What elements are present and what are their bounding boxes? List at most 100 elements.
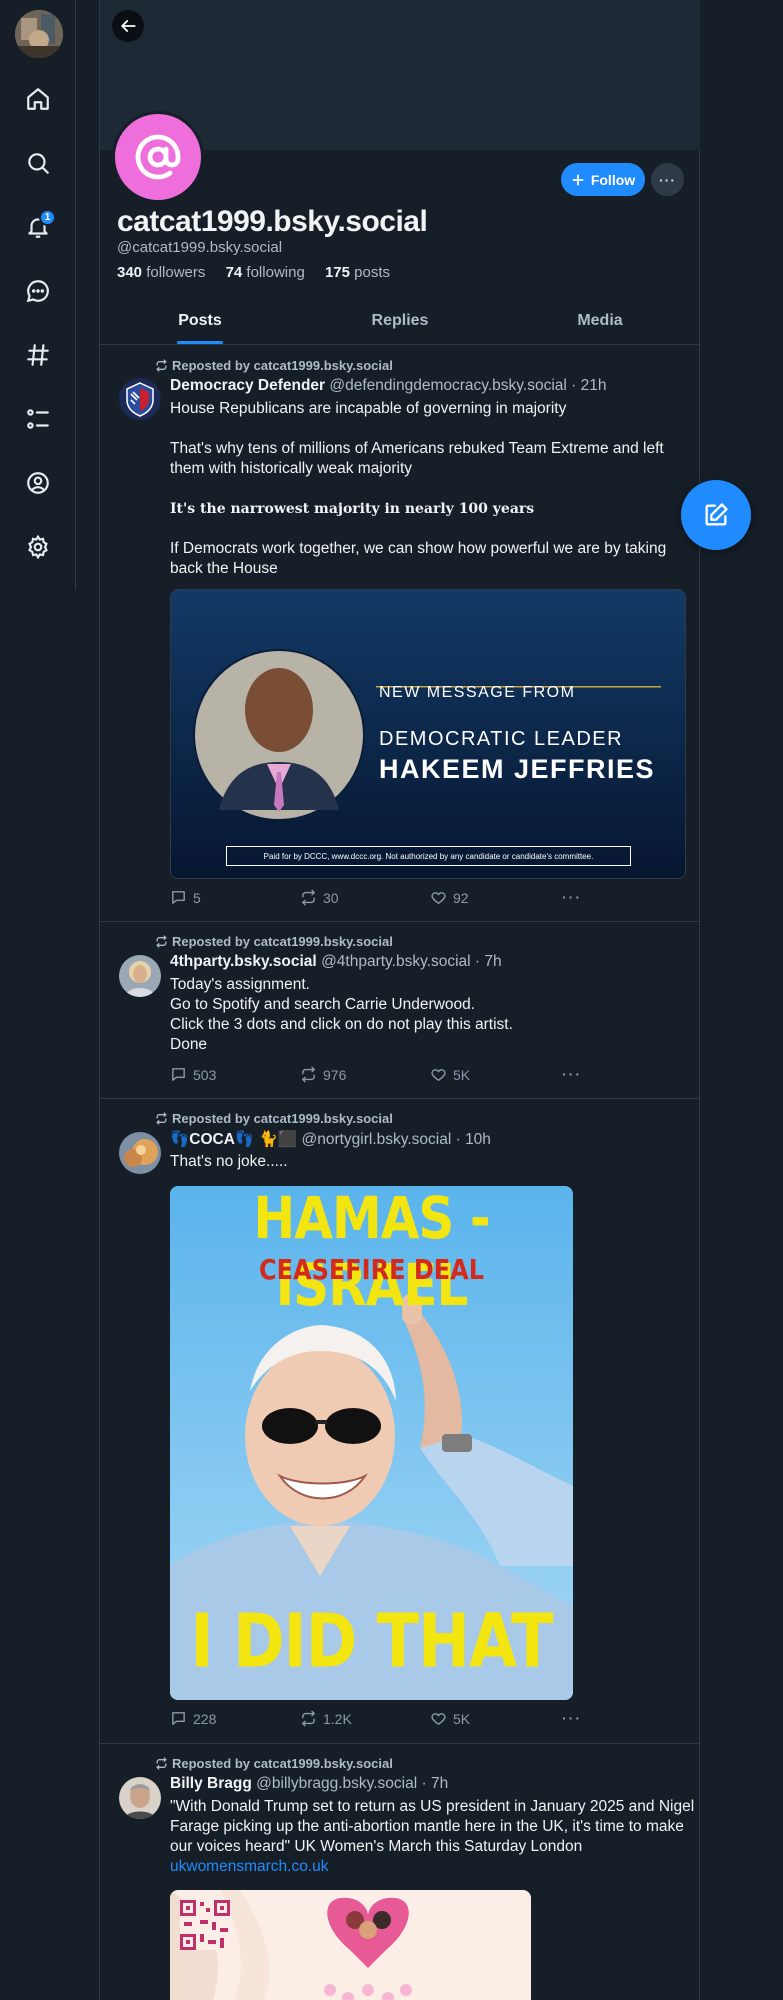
profile-stats: 340 followers 74 following 175 posts: [117, 264, 406, 281]
like-button[interactable]: 5K: [430, 1710, 470, 1727]
nav-profile[interactable]: [22, 467, 54, 499]
author-handle-time[interactable]: @defendingdemocracy.bsky.social · 21h: [329, 377, 606, 394]
post-more-button[interactable]: ···: [562, 889, 582, 905]
list-icon: [27, 409, 49, 429]
tab-media[interactable]: Media: [500, 300, 700, 344]
post-body: "With Donald Trump set to return as US p…: [170, 1797, 695, 1877]
post-link[interactable]: ukwomensmarch.co.uk: [170, 1857, 695, 1877]
comment-icon: [172, 891, 185, 904]
nav-settings[interactable]: [22, 531, 54, 563]
link-card-image[interactable]: [170, 1890, 531, 2000]
author-avatar[interactable]: [119, 1777, 161, 1819]
author-avatar[interactable]: [119, 378, 161, 420]
author-name[interactable]: Billy Bragg: [170, 1775, 252, 1792]
author-handle-time[interactable]: @nortygirl.bsky.social · 10h: [301, 1131, 490, 1148]
feed-post[interactable]: Reposted by catcat1999.bsky.social Billy…: [100, 1744, 700, 2000]
profile-avatar[interactable]: [112, 111, 204, 203]
comment-icon: [172, 1068, 185, 1081]
compose-button[interactable]: [681, 480, 751, 550]
repost-button[interactable]: 1.2K: [300, 1710, 352, 1727]
ellipsis-icon: ···: [659, 171, 676, 188]
post-image[interactable]: NEW MESSAGE FROM DEMOCRATIC LEADER HAKEE…: [170, 589, 686, 879]
profile-icon: [27, 472, 49, 494]
repost-indicator: Reposted by catcat1999.bsky.social: [155, 1111, 393, 1126]
image-top-text: HAMAS - ISRAEL: [253, 1186, 490, 1319]
author-handle-time[interactable]: @billybragg.bsky.social · 7h: [256, 1775, 448, 1792]
image-sub-text: CEASEFIRE DEAL: [259, 1253, 484, 1287]
heart-icon: [431, 892, 446, 904]
repost-icon: [302, 1066, 315, 1083]
post-text-line: 𝐈𝐭'𝐬 𝐭𝐡𝐞 𝐧𝐚𝐫𝐫𝐨𝐰𝐞𝐬𝐭 𝐦𝐚𝐣𝐨𝐫𝐢𝐭𝐲 𝐢𝐧 𝐧𝐞𝐚𝐫𝐥𝐲 𝟏𝟎…: [170, 501, 535, 517]
followers-stat[interactable]: 340 followers: [117, 264, 213, 281]
post-more-button[interactable]: ···: [562, 1066, 582, 1082]
repost-icon: [302, 1710, 315, 1727]
profile-handle: @catcat1999.bsky.social: [117, 239, 283, 256]
repost-icon: [302, 889, 315, 906]
nav-home[interactable]: [22, 83, 54, 115]
back-button[interactable]: [112, 10, 144, 42]
post-actions: 228 1.2K 5K ···: [170, 1710, 590, 1730]
author-name[interactable]: Democracy Defender: [170, 377, 325, 394]
feed-post[interactable]: Reposted by catcat1999.bsky.social 4thpa…: [100, 922, 700, 1099]
left-nav: 1: [0, 0, 76, 590]
reply-button[interactable]: 503: [170, 1066, 216, 1083]
reply-button[interactable]: 5: [170, 889, 201, 906]
reply-button[interactable]: 228: [170, 1710, 216, 1727]
repost-button[interactable]: 30: [300, 889, 339, 906]
tab-replies[interactable]: Replies: [300, 300, 500, 344]
profile-tabs: Posts Replies Media: [100, 300, 700, 345]
repost-indicator: Reposted by catcat1999.bsky.social: [155, 358, 393, 373]
author-avatar[interactable]: [119, 955, 161, 997]
post-more-button[interactable]: ···: [562, 1710, 582, 1726]
tab-posts[interactable]: Posts: [100, 300, 300, 344]
post-text-line: Click the 3 dots and click on do not pla…: [170, 1016, 513, 1033]
author-handle-time[interactable]: @4thparty.bsky.social · 7h: [321, 953, 502, 970]
posts-stat: 175 posts: [324, 264, 391, 281]
repost-button[interactable]: 976: [300, 1066, 346, 1083]
post-text-line: Done: [170, 1036, 208, 1053]
nav-feeds[interactable]: [22, 339, 54, 371]
post-header: 4thparty.bsky.social @4thparty.bsky.soci…: [170, 953, 502, 971]
post-actions: 503 976 5K ···: [170, 1066, 590, 1086]
image-bottom-text: I DID THAT: [190, 1596, 554, 1685]
ellipsis-icon: ···: [562, 889, 582, 905]
profile-more-button[interactable]: ···: [651, 163, 684, 196]
feed-post[interactable]: Reposted by catcat1999.bsky.social Democ…: [100, 346, 700, 922]
search-icon: [28, 153, 49, 174]
like-button[interactable]: 92: [430, 889, 469, 906]
nav-lists[interactable]: [22, 403, 54, 435]
author-name[interactable]: 👣COCA👣 🐈⬛: [170, 1131, 297, 1148]
post-body: Today's assignment. Go to Spotify and se…: [170, 975, 690, 1055]
nav-notifications[interactable]: 1: [22, 209, 56, 243]
post-text-line: That's no joke.....: [170, 1153, 288, 1170]
author-avatar[interactable]: [119, 1132, 161, 1174]
heart-icon: [431, 1069, 446, 1081]
follow-button[interactable]: Follow: [561, 163, 645, 196]
post-image[interactable]: HAMAS - ISRAEL CEASEFIRE DEAL I DID THAT: [170, 1186, 573, 1700]
image-line-1: NEW MESSAGE FROM: [379, 684, 576, 701]
repost-indicator: Reposted by catcat1999.bsky.social: [155, 1756, 393, 1771]
arrow-left-icon: [121, 20, 136, 32]
post-header: Billy Bragg @billybragg.bsky.social · 7h: [170, 1775, 448, 1793]
post-body: That's no joke.....: [170, 1152, 690, 1172]
notification-badge: 1: [39, 209, 56, 226]
nav-search[interactable]: [22, 147, 54, 179]
post-text-line: Today's assignment.: [170, 976, 310, 993]
image-disclaimer: Paid for by DCCC, www.dccc.org. Not auth…: [226, 846, 631, 866]
author-name[interactable]: 4thparty.bsky.social: [170, 953, 317, 970]
plus-icon: [572, 173, 584, 186]
repost-icon: [156, 1112, 167, 1125]
like-button[interactable]: 5K: [430, 1066, 470, 1083]
feed-post[interactable]: Reposted by catcat1999.bsky.social 👣COCA…: [100, 1099, 700, 1744]
current-user-avatar[interactable]: [15, 10, 63, 58]
image-line-3: HAKEEM JEFFRIES: [379, 754, 656, 784]
post-text-line: "With Donald Trump set to return as US p…: [170, 1798, 695, 1855]
at-sign-icon: [135, 134, 181, 180]
post-body: House Republicans are incapable of gover…: [170, 399, 690, 579]
post-header: 👣COCA👣 🐈⬛ @nortygirl.bsky.social · 10h: [170, 1130, 491, 1149]
display-name: catcat1999.bsky.social: [117, 205, 428, 238]
nav-chat[interactable]: [22, 275, 54, 307]
gear-icon: [28, 534, 48, 560]
following-stat[interactable]: 74 following: [226, 264, 313, 281]
heart-icon: [431, 1713, 446, 1725]
